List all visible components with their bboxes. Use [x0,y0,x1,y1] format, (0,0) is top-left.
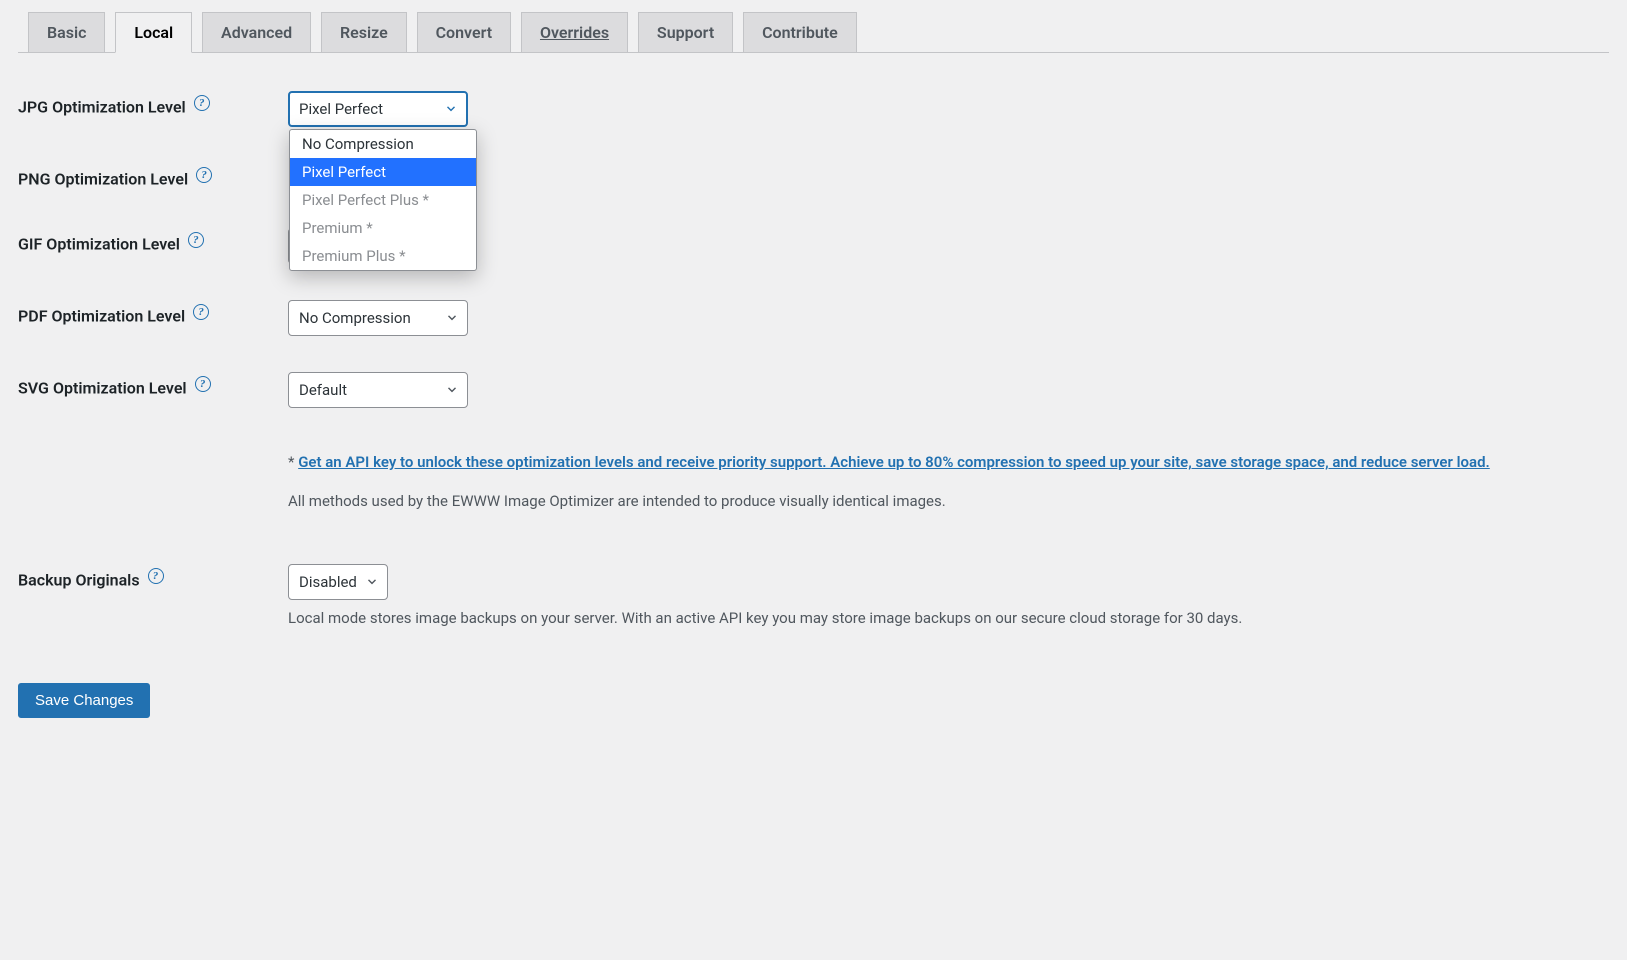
help-icon[interactable]: ? [188,232,204,248]
option-premium-plus[interactable]: Premium Plus * [290,242,476,270]
backup-description: Local mode stores image backups on your … [288,606,1599,630]
help-icon[interactable]: ? [148,568,164,584]
tab-resize[interactable]: Resize [321,12,407,53]
option-no-compression[interactable]: No Compression [290,130,476,158]
backup-value: Disabled [299,573,357,591]
tab-overrides[interactable]: Overrides [521,12,628,53]
tab-bar: Basic Local Advanced Resize Convert Over… [18,12,1609,53]
jpg-level-select[interactable]: Pixel Perfect No Compression Pixel Perfe… [288,91,468,127]
help-icon[interactable]: ? [196,167,212,183]
svg-level-label: SVG Optimization Level ? [18,354,278,426]
jpg-level-value: Pixel Perfect [299,100,383,118]
save-changes-button[interactable]: Save Changes [18,683,150,718]
pdf-level-label: PDF Optimization Level ? [18,282,278,354]
help-icon[interactable]: ? [194,95,210,111]
option-pixel-perfect[interactable]: Pixel Perfect [290,158,476,186]
tab-contribute[interactable]: Contribute [743,12,857,53]
chevron-down-icon [444,102,458,116]
tab-convert[interactable]: Convert [417,12,512,53]
api-key-note: * Get an API key to unlock these optimiz… [288,450,1599,474]
help-icon[interactable]: ? [193,304,209,320]
chevron-down-icon [365,575,379,589]
backup-label: Backup Originals ? [18,546,278,663]
backup-select[interactable]: Disabled [288,564,388,600]
methods-note: All methods used by the EWWW Image Optim… [288,489,1599,513]
tab-local[interactable]: Local [115,12,192,53]
help-icon[interactable]: ? [195,376,211,392]
tab-advanced[interactable]: Advanced [202,12,311,53]
png-level-label: PNG Optimization Level ? [18,145,278,210]
pdf-level-select[interactable]: No Compression [288,300,468,336]
jpg-level-dropdown: No Compression Pixel Perfect Pixel Perfe… [289,129,477,271]
jpg-level-label: JPG Optimization Level ? [18,73,278,145]
api-key-link[interactable]: Get an API key to unlock these optimizat… [298,453,1490,471]
pdf-level-value: No Compression [299,309,411,327]
tab-support[interactable]: Support [638,12,733,53]
option-pixel-perfect-plus[interactable]: Pixel Perfect Plus * [290,186,476,214]
chevron-down-icon [445,311,459,325]
chevron-down-icon [445,383,459,397]
svg-level-value: Default [299,381,347,399]
svg-level-select[interactable]: Default [288,372,468,408]
option-premium[interactable]: Premium * [290,214,476,242]
tab-basic[interactable]: Basic [28,12,105,53]
gif-level-label: GIF Optimization Level ? [18,210,278,282]
